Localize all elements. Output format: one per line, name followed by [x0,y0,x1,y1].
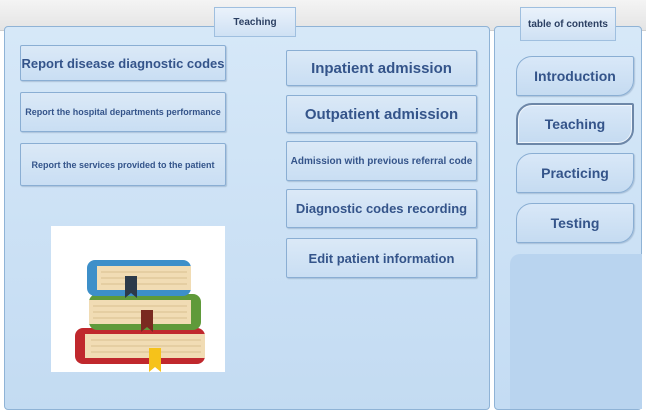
toc-introduction-button[interactable]: Introduction [516,56,634,96]
edit-patient-info-button[interactable]: Edit patient information [286,238,477,278]
teaching-tab-label: Teaching [214,7,296,37]
toc-practicing-button[interactable]: Practicing [516,153,634,193]
outpatient-admission-button[interactable]: Outpatient admission [286,95,477,133]
toc-panel-lower [510,254,642,409]
diagnostic-codes-recording-button[interactable]: Diagnostic codes recording [286,189,477,228]
books-illustration [51,226,225,372]
inpatient-admission-button[interactable]: Inpatient admission [286,50,477,86]
report-patient-services-button[interactable]: Report the services provided to the pati… [20,143,226,186]
toc-tab-label: table of contents [520,7,616,41]
report-departments-performance-button[interactable]: Report the hospital departments performa… [20,92,226,132]
toc-teaching-button[interactable]: Teaching [516,103,634,145]
referral-admission-button[interactable]: Admission with previous referral code [286,141,477,181]
toc-testing-button[interactable]: Testing [516,203,634,243]
report-disease-codes-button[interactable]: Report disease diagnostic codes [20,45,226,81]
books-icon [75,260,205,372]
